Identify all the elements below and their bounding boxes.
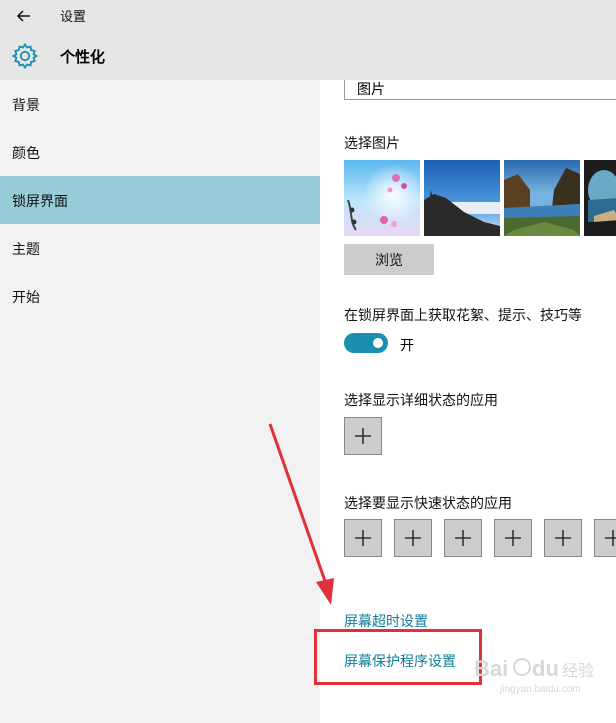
back-arrow-icon [16, 10, 30, 22]
sidebar: 背景 颜色 锁屏界面 主题 开始 [0, 80, 320, 723]
browse-button[interactable]: 浏览 [344, 244, 434, 275]
quick-status-label: 选择要显示快速状态的应用 [344, 496, 512, 512]
add-detailed-status-app-button[interactable] [344, 417, 382, 455]
sidebar-item-label: 颜色 [12, 146, 40, 162]
plus-icon [505, 530, 521, 546]
app-title: 设置 [60, 10, 87, 25]
choose-picture-label: 选择图片 [344, 136, 400, 152]
fun-facts-label: 在锁屏界面上获取花絮、提示、技巧等 [344, 308, 582, 324]
sidebar-item-lock-screen[interactable]: 锁屏界面 [0, 176, 320, 224]
plus-icon [605, 530, 616, 546]
plus-icon [455, 530, 471, 546]
gear-icon [11, 42, 39, 70]
add-quick-status-app-button-6[interactable] [594, 519, 616, 557]
sidebar-item-themes[interactable]: 主题 [0, 224, 320, 272]
add-quick-status-app-button-3[interactable] [444, 519, 482, 557]
dropdown-value: 图片 [357, 82, 385, 98]
title-bar: 设置 个性化 [0, 0, 616, 80]
toggle-state-label: 开 [400, 338, 414, 354]
add-quick-status-app-button-4[interactable] [494, 519, 532, 557]
detailed-status-label: 选择显示详细状态的应用 [344, 393, 498, 409]
add-quick-status-app-button-5[interactable] [544, 519, 582, 557]
sidebar-item-label: 开始 [12, 290, 40, 306]
toggle-knob [373, 338, 383, 348]
plus-icon [355, 530, 371, 546]
sidebar-item-start[interactable]: 开始 [0, 272, 320, 320]
sidebar-item-label: 主题 [12, 242, 40, 258]
screensaver-settings-link[interactable]: 屏幕保护程序设置 [344, 651, 456, 671]
picture-thumbnail-3[interactable] [504, 160, 580, 236]
sidebar-item-label: 锁屏界面 [12, 194, 68, 210]
background-dropdown[interactable]: 图片 [344, 80, 616, 100]
sidebar-item-colors[interactable]: 颜色 [0, 128, 320, 176]
screen-timeout-settings-link[interactable]: 屏幕超时设置 [344, 611, 428, 631]
plus-icon [555, 530, 571, 546]
plus-icon [355, 428, 371, 444]
picture-thumbnail-4[interactable] [584, 160, 616, 236]
add-quick-status-app-button-2[interactable] [394, 519, 432, 557]
page-title: 个性化 [60, 48, 106, 66]
picture-thumbnail-2[interactable] [424, 160, 500, 236]
back-button[interactable] [12, 4, 36, 28]
main-panel: 图片 选择图片 浏览 在锁屏界面上获取花絮、提示、技巧等 开 选择显示详细状态的… [320, 80, 616, 723]
fun-facts-toggle[interactable] [344, 333, 388, 353]
sidebar-item-background[interactable]: 背景 [0, 80, 320, 128]
sidebar-item-label: 背景 [12, 98, 40, 114]
picture-thumbnail-1[interactable] [344, 160, 420, 236]
plus-icon [405, 530, 421, 546]
add-quick-status-app-button-1[interactable] [344, 519, 382, 557]
